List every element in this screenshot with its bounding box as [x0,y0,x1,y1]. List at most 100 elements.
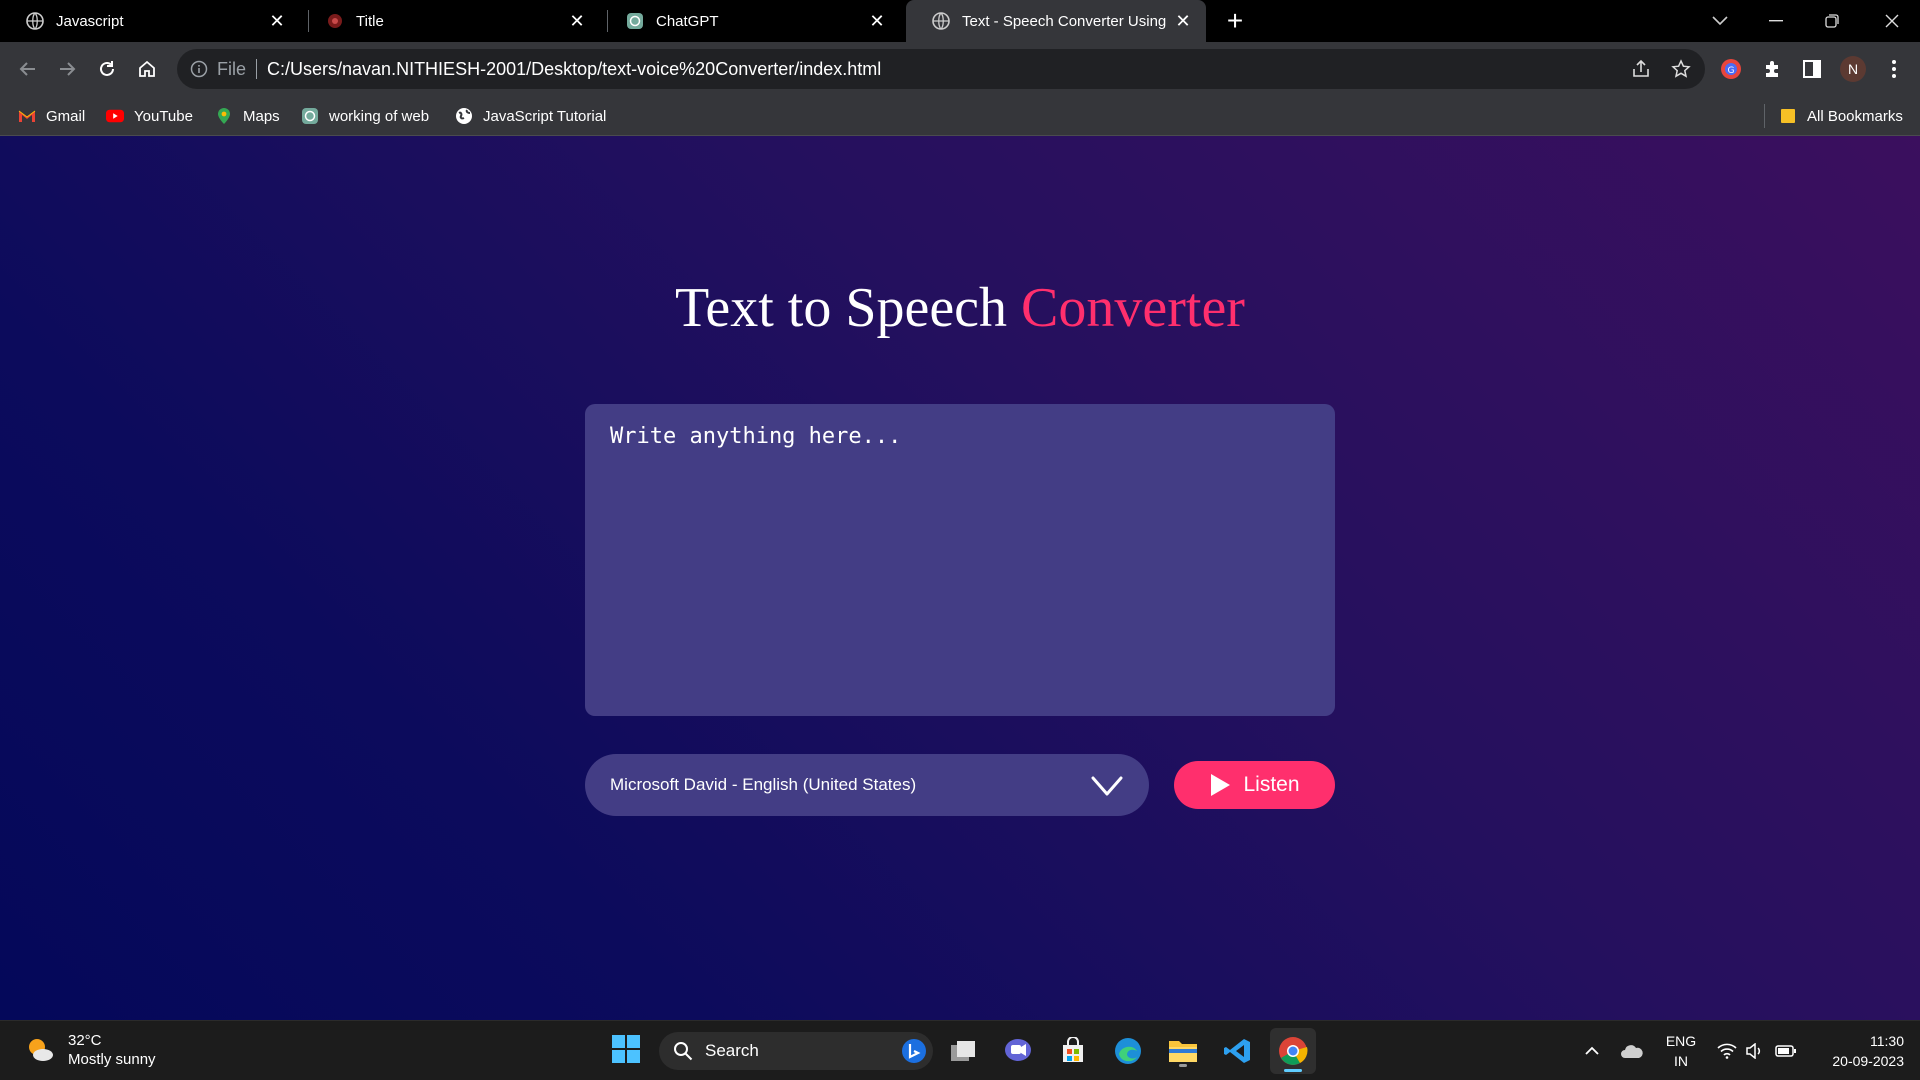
page-title-accent: Converter [1021,277,1245,339]
bookmark-star-icon[interactable] [1671,59,1691,79]
chrome-browser-icon[interactable] [1270,1028,1316,1074]
chevron-up-icon[interactable] [1580,1039,1604,1063]
edge-browser-icon[interactable] [1110,1033,1146,1069]
close-icon[interactable]: ✕ [1174,11,1192,31]
all-bookmarks-label: All Bookmarks [1807,107,1903,125]
tab-chatgpt[interactable]: ChatGPT ✕ [600,0,900,42]
tab-title: Text - Speech Converter Using ja [962,12,1166,30]
close-icon[interactable]: ✕ [868,11,886,31]
text-input-area[interactable]: Write anything here... [585,404,1335,716]
kebab-menu-icon[interactable] [1882,57,1906,81]
listen-button[interactable]: Listen [1174,761,1335,809]
bookmark-label: working of web [329,107,430,125]
all-bookmarks-button[interactable]: All Bookmarks [1764,104,1903,128]
input-language-indicator[interactable]: ENG IN [1662,1031,1700,1071]
bookmark-maps[interactable]: Maps [215,104,280,128]
bookmark-label: YouTube [134,107,193,125]
close-icon[interactable]: ✕ [568,11,586,31]
bookmark-javascript-tutorial[interactable]: JavaScript Tutorial [455,104,606,128]
tab-title: Javascript [56,12,124,30]
page-title: Text to Speech Converter [0,276,1920,340]
bookmark-label: Maps [243,107,280,125]
browser-tab-strip: Javascript ✕ Title ✕ ChatGPT ✕ Text - Sp… [0,0,1920,42]
minimize-icon[interactable] [1748,0,1804,42]
chevron-down-icon [1089,768,1125,804]
weather-temp: 32°C [68,1032,102,1049]
vscode-icon[interactable] [1220,1033,1256,1069]
taskbar-search[interactable]: Search [659,1032,933,1070]
bookmarks-bar: Gmail YouTube Maps working of web JavaSc… [0,96,1920,136]
running-indicator [1179,1064,1187,1067]
info-icon[interactable] [189,59,209,79]
share-icon[interactable] [1631,59,1651,79]
textarea-placeholder: Write anything here... [610,424,902,449]
microsoft-store-icon[interactable] [1055,1033,1091,1069]
address-bar[interactable]: File C:/Users/navan.NITHIESH-2001/Deskto… [177,49,1705,89]
onedrive-cloud-icon[interactable] [1620,1039,1644,1063]
tab-search-dropdown-icon[interactable] [1692,0,1748,42]
chatgpt-icon [626,12,644,30]
sun-cloud-icon [24,1034,56,1066]
tab-title: ChatGPT [656,12,719,30]
clock-date: 20-09-2023 [1832,1053,1904,1069]
extensions-puzzle-icon[interactable] [1760,57,1784,81]
teams-chat-icon[interactable] [1000,1033,1036,1069]
chatgpt-icon [301,107,319,125]
wifi-icon[interactable] [1715,1039,1739,1063]
battery-icon[interactable] [1774,1039,1798,1063]
play-icon [1209,773,1231,797]
bookmark-working-of-web[interactable]: working of web [301,104,429,128]
search-label: Search [705,1041,759,1060]
system-clock[interactable]: 11:30 20-09-2023 [1808,1031,1904,1071]
tab-title-page[interactable]: Title ✕ [300,0,600,42]
page-favicon-icon [326,12,344,30]
back-arrow-icon[interactable] [12,53,44,85]
task-view-icon[interactable] [945,1033,981,1069]
reload-icon[interactable] [91,53,123,85]
tab-title: Title [356,12,384,30]
page-title-main: Text to Speech [675,277,1008,339]
lang-top: ENG [1665,1033,1697,1049]
windows-taskbar: 32°C Mostly sunny Search ENG IN 11:30 20… [0,1020,1920,1080]
bookmark-gmail[interactable]: Gmail [18,104,85,128]
listen-label: Listen [1243,773,1300,796]
windows-start-icon[interactable] [610,1033,642,1065]
close-icon[interactable]: ✕ [268,11,286,31]
voice-select[interactable]: Microsoft David - English (United States… [585,754,1149,816]
bookmark-label: Gmail [46,107,86,125]
svg-text:G: G [1728,66,1735,76]
file-explorer-icon[interactable] [1165,1033,1201,1069]
bookmark-youtube[interactable]: YouTube [106,104,193,128]
search-icon [673,1041,693,1061]
volume-icon[interactable] [1742,1039,1766,1063]
url-scheme-label: File [217,58,247,79]
weather-desc: Mostly sunny [68,1051,156,1068]
home-icon[interactable] [131,53,163,85]
globe-icon [455,107,473,125]
tab-text-speech-converter[interactable]: Text - Speech Converter Using ja ✕ [906,0,1206,42]
tab-javascript[interactable]: Javascript ✕ [0,0,300,42]
side-panel-icon[interactable] [1800,57,1824,81]
lang-bottom: IN [1674,1053,1688,1069]
globe-icon [26,12,44,30]
gmail-icon [18,107,36,125]
maps-icon [215,107,233,125]
omnibox-divider [256,59,258,79]
bing-icon[interactable] [901,1038,927,1064]
browser-toolbar: File C:/Users/navan.NITHIESH-2001/Deskto… [0,42,1920,96]
profile-avatar[interactable]: N [1840,56,1866,82]
restore-icon[interactable] [1804,0,1860,42]
url-text[interactable]: C:/Users/navan.NITHIESH-2001/Desktop/tex… [267,59,881,80]
youtube-icon [106,107,124,125]
close-window-icon[interactable] [1864,0,1920,42]
voice-select-value: Microsoft David - English (United States… [610,775,917,794]
forward-arrow-icon[interactable] [51,53,83,85]
translate-extension-icon[interactable]: G [1719,57,1743,81]
clock-time: 11:30 [1870,1033,1904,1049]
bookmark-label: JavaScript Tutorial [483,107,607,125]
globe-icon [932,12,950,30]
weather-widget[interactable]: 32°C Mostly sunny [24,1031,156,1069]
folder-icon [1779,107,1797,125]
active-indicator [1284,1069,1302,1072]
new-tab-button[interactable]: + [1220,5,1250,36]
